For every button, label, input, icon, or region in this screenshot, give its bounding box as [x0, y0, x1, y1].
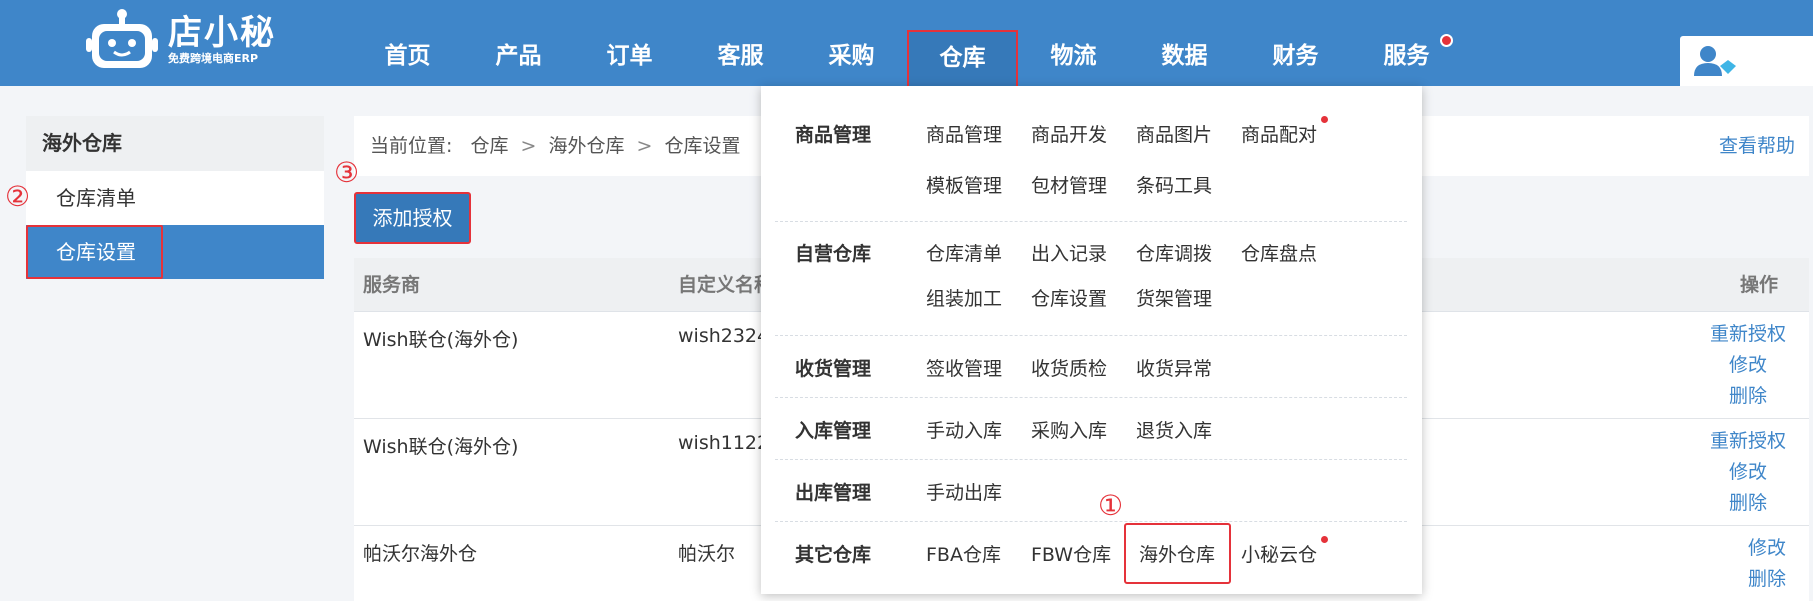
menu-group-title: 自营仓库: [795, 243, 872, 265]
logo-tagline: 免费跨境电商ERP: [168, 52, 259, 65]
user-icon: [1694, 44, 1738, 82]
breadcrumb-separator: >: [636, 135, 653, 157]
reauthorize-link[interactable]: 重新授权: [1710, 426, 1786, 457]
nav-item-warehouse[interactable]: 仓库: [907, 30, 1018, 88]
menu-item[interactable]: 退货入库: [1136, 416, 1212, 443]
menu-item[interactable]: 商品开发: [1031, 120, 1107, 147]
delete-link[interactable]: 删除: [1710, 381, 1786, 412]
help-link[interactable]: 查看帮助: [1719, 116, 1795, 176]
top-navigation-bar: 店小秘 免费跨境电商ERP 首页 产品 订单 客服 采购 仓库 物流 数据 财务…: [0, 0, 1813, 88]
nav-item-logistics[interactable]: 物流: [1018, 28, 1129, 84]
menu-item[interactable]: 仓库调拨: [1136, 239, 1212, 266]
menu-group-title: 收货管理: [795, 358, 872, 380]
new-badge-dot: [1321, 536, 1328, 543]
menu-item[interactable]: 商品配对: [1241, 120, 1317, 147]
breadcrumb-prefix: 当前位置:: [370, 135, 453, 157]
menu-item[interactable]: 小秘云仓: [1241, 540, 1317, 567]
menu-item[interactable]: 收货异常: [1136, 354, 1212, 381]
nav-item-home[interactable]: 首页: [352, 28, 463, 84]
sidebar-item-warehouse-settings[interactable]: 仓库设置: [26, 225, 324, 279]
sidebar: 海外仓库 仓库清单 仓库设置: [26, 116, 324, 279]
menu-group-receiving: 收货管理 签收管理 收货质检 收货异常: [775, 336, 1407, 398]
delete-link[interactable]: 删除: [1710, 488, 1786, 519]
menu-item[interactable]: 条码工具: [1136, 171, 1212, 198]
menu-item[interactable]: 出入记录: [1031, 239, 1107, 266]
breadcrumb-separator: >: [520, 135, 537, 157]
nav-item-finance[interactable]: 财务: [1240, 28, 1351, 84]
nav-item-data[interactable]: 数据: [1129, 28, 1240, 84]
menu-item[interactable]: 模板管理: [926, 171, 1002, 198]
step-3-marker: ③: [334, 156, 360, 189]
breadcrumb-item: 仓库设置: [664, 135, 741, 157]
menu-item[interactable]: 手动入库: [926, 416, 1002, 443]
cell-provider: 帕沃尔海外仓: [363, 543, 478, 565]
step-2-marker: ②: [5, 180, 31, 213]
menu-item[interactable]: 仓库盘点: [1241, 239, 1317, 266]
column-header-actions: 操作: [1739, 274, 1778, 296]
edit-link[interactable]: 修改: [1710, 457, 1786, 488]
add-authorization-button[interactable]: 添加授权: [354, 192, 471, 244]
sidebar-heading: 海外仓库: [26, 116, 324, 171]
cell-provider: Wish联仓(海外仓): [363, 436, 519, 458]
menu-group-title: 出库管理: [795, 482, 872, 504]
new-badge-dot: [1321, 116, 1328, 123]
row-actions: 重新授权 修改 删除: [1710, 426, 1786, 519]
menu-group-own-warehouse: 自营仓库 仓库清单 出入记录 仓库调拨 仓库盘点 组装加工 仓库设置 货架管理: [775, 222, 1407, 336]
nav-item-orders[interactable]: 订单: [574, 28, 685, 84]
menu-item[interactable]: 货架管理: [1136, 284, 1212, 311]
menu-group-title: 其它仓库: [795, 544, 872, 566]
notification-dot: [1440, 34, 1453, 47]
delete-link[interactable]: 删除: [1748, 564, 1786, 595]
sidebar-item-warehouse-list[interactable]: 仓库清单: [26, 171, 324, 225]
menu-group-title: 商品管理: [795, 124, 872, 146]
nav-item-purchasing[interactable]: 采购: [796, 28, 907, 84]
edit-link[interactable]: 修改: [1748, 533, 1786, 564]
menu-item[interactable]: 签收管理: [926, 354, 1002, 381]
nav-item-products[interactable]: 产品: [463, 28, 574, 84]
menu-item[interactable]: FBA仓库: [926, 540, 1001, 567]
breadcrumb-item[interactable]: 海外仓库: [548, 135, 624, 157]
column-header-provider: 服务商: [363, 274, 421, 296]
user-menu[interactable]: [1680, 36, 1813, 86]
cell-custom-name: 帕沃尔: [678, 543, 736, 565]
cell-provider: Wish联仓(海外仓): [363, 329, 519, 351]
menu-group-inbound: 入库管理 手动入库 采购入库 退货入库: [775, 398, 1407, 460]
menu-item[interactable]: 商品图片: [1136, 120, 1212, 147]
cell-custom-name: wish2324: [678, 325, 770, 347]
menu-item[interactable]: FBW仓库: [1031, 540, 1111, 567]
sidebar-item-label: 仓库清单: [56, 186, 136, 210]
reauthorize-link[interactable]: 重新授权: [1710, 319, 1786, 350]
edit-link[interactable]: 修改: [1710, 350, 1786, 381]
menu-item[interactable]: 组装加工: [926, 284, 1002, 311]
column-header-custom-name: 自定义名称: [678, 274, 774, 296]
menu-group-other-warehouses: 其它仓库 FBA仓库 FBW仓库 海外仓库 小秘云仓: [775, 522, 1407, 594]
step-1-marker: ①: [1098, 489, 1124, 522]
nav-item-customer-service[interactable]: 客服: [685, 28, 796, 84]
menu-item[interactable]: 仓库清单: [926, 239, 1002, 266]
menu-item[interactable]: 商品管理: [926, 120, 1002, 147]
row-actions: 重新授权 修改 删除: [1710, 319, 1786, 412]
breadcrumb-item[interactable]: 仓库: [470, 135, 508, 157]
menu-group-title: 入库管理: [795, 420, 872, 442]
cell-custom-name: wish1122: [678, 432, 770, 454]
menu-item[interactable]: 采购入库: [1031, 416, 1107, 443]
warehouse-dropdown-menu: 商品管理 商品管理 商品开发 商品图片 商品配对 模板管理 包材管理 条码工具 …: [761, 86, 1422, 594]
menu-item[interactable]: 包材管理: [1031, 171, 1107, 198]
main-nav: 首页 产品 订单 客服 采购 仓库 物流 数据 财务 服务: [352, 30, 1462, 88]
menu-group-product-management: 商品管理 商品管理 商品开发 商品图片 商品配对 模板管理 包材管理 条码工具: [775, 86, 1407, 222]
logo[interactable]: 店小秘 免费跨境电商ERP: [86, 8, 276, 72]
menu-item[interactable]: 收货质检: [1031, 354, 1107, 381]
highlight-outline: [26, 225, 163, 279]
logo-name: 店小秘: [168, 13, 276, 53]
menu-group-outbound: 出库管理 手动出库: [775, 460, 1407, 522]
menu-item[interactable]: 手动出库: [926, 478, 1002, 505]
row-actions: 修改 删除: [1748, 533, 1786, 595]
menu-item[interactable]: 仓库设置: [1031, 284, 1107, 311]
highlight-outline: [1124, 523, 1231, 584]
robot-logo-icon: [86, 8, 158, 72]
